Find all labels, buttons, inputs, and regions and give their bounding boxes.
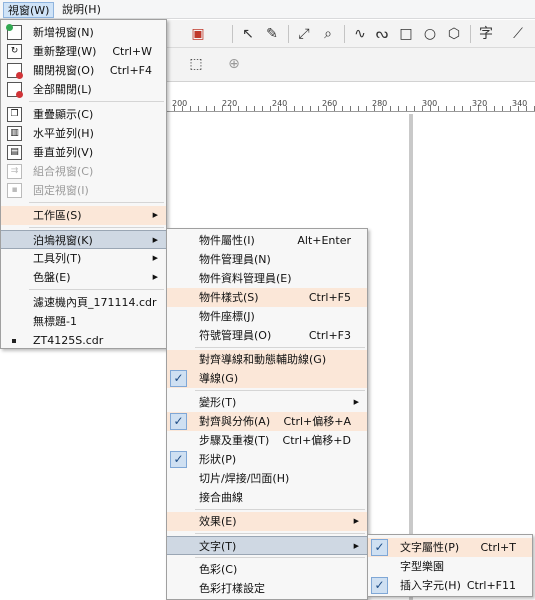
document-item-1[interactable]: 濾速機內頁_171114.cdr — [1, 293, 166, 312]
pick-tool-icon[interactable]: ↖ — [238, 24, 258, 44]
step-repeat-item[interactable]: 步驟及重複(T) Ctrl+偏移+D — [167, 431, 367, 450]
tile-horizontal-icon: ▥ — [7, 126, 22, 141]
font-playground-item[interactable]: 字型樂園 — [368, 557, 532, 576]
toolbars-item[interactable]: 工具列(T) ▶ — [1, 249, 166, 268]
tile-vertical-icon: ▤ — [7, 145, 22, 160]
refresh-icon: ↻ — [7, 44, 22, 59]
new-window-icon — [6, 24, 22, 40]
shape-tool-icon[interactable]: ✎ — [262, 24, 282, 44]
crop-tool-icon[interactable]: ⤢ — [294, 24, 314, 44]
combine-windows-item: ⇉ 組合視窗(C) — [1, 162, 166, 181]
close-all-item[interactable]: 全部關閉(L) — [1, 80, 166, 99]
color-proofing-item[interactable]: 色彩打樣設定 — [167, 579, 367, 598]
active-document-dot — [12, 339, 16, 343]
ruler-label: 340 — [512, 99, 528, 108]
text-item[interactable]: 文字(T) ▶ — [167, 536, 367, 555]
checkmark-icon: ✓ — [170, 370, 187, 387]
object-coordinates-item[interactable]: 物件座標(J) — [167, 307, 367, 326]
dockers-submenu: 物件屬性(I) Alt+Enter 物件管理員(N) 物件資料管理員(E) 物件樣… — [166, 228, 368, 600]
dimension-tool-icon[interactable]: ⟋ — [508, 24, 528, 44]
freehand-tool-icon[interactable]: ∿ — [350, 24, 370, 44]
insert-character-item[interactable]: ✓ 插入字元(H) Ctrl+F11 — [368, 576, 532, 595]
document-item-2[interactable]: 無標題-1 — [1, 312, 166, 331]
checkmark-icon: ✓ — [170, 451, 187, 468]
cascade-icon: ❐ — [7, 107, 22, 122]
combine-icon: ⇉ — [7, 164, 22, 179]
standard-toolbar: ▣ ↖ ✎ ⤢ ⌕ ∿ ᔓ □ ○ ⬡ 字 ⟋ — [160, 20, 535, 48]
new-window-item[interactable]: 新增視窗(N) — [1, 23, 166, 42]
artistic-media-icon[interactable]: ᔓ — [372, 24, 392, 44]
tile-horizontal-item[interactable]: ▥ 水平並列(H) — [1, 124, 166, 143]
ellipse-tool-icon[interactable]: ○ — [420, 24, 440, 44]
ruler-label: 200 — [172, 99, 188, 108]
cascade-item[interactable]: ❐ 重疊顯示(C) — [1, 105, 166, 124]
close-window-icon — [7, 63, 23, 79]
close-window-item[interactable]: 關閉視窗(O) Ctrl+F4 — [1, 61, 166, 80]
close-all-icon — [7, 82, 23, 98]
select-icon[interactable]: ⬚ — [186, 54, 206, 74]
object-properties-item[interactable]: 物件屬性(I) Alt+Enter — [167, 231, 367, 250]
checkmark-icon: ✓ — [371, 539, 388, 556]
workspace-item[interactable]: 工作區(S) ▶ — [1, 206, 166, 225]
menu-help[interactable]: 說明(H) — [58, 2, 105, 18]
alignment-guides-item[interactable]: 對齊導線和動態輔助線(G) — [167, 350, 367, 369]
page-border — [409, 114, 413, 600]
zoom-tool-icon[interactable]: ⌕ — [318, 24, 338, 44]
ruler-label: 260 — [322, 99, 338, 108]
dockers-item[interactable]: 泊塢視窗(K) ▶ — [1, 230, 166, 249]
ruler-label: 240 — [272, 99, 288, 108]
ruler-label: 220 — [222, 99, 238, 108]
property-bar: ⬚ ⊕ — [160, 48, 535, 82]
text-submenu: ✓ 文字屬性(P) Ctrl+T 字型樂園 ✓ 插入字元(H) Ctrl+F11 — [367, 534, 533, 597]
guidelines-item[interactable]: ✓ 導線(G) — [167, 369, 367, 388]
object-data-manager-item[interactable]: 物件資料管理員(E) — [167, 269, 367, 288]
ruler-label: 320 — [472, 99, 488, 108]
object-manager-item[interactable]: 物件管理員(N) — [167, 250, 367, 269]
transformations-item[interactable]: 變形(T) ▶ — [167, 393, 367, 412]
print-icon[interactable]: ▣ — [188, 24, 208, 44]
shaping-item[interactable]: ✓ 形狀(P) — [167, 450, 367, 469]
checkmark-icon: ✓ — [170, 413, 187, 430]
checkmark-icon: ✓ — [371, 577, 388, 594]
ruler-label: 280 — [372, 99, 388, 108]
object-styles-item[interactable]: 物件樣式(S) Ctrl+F5 — [167, 288, 367, 307]
join-curves-item[interactable]: 接合曲線 — [167, 488, 367, 507]
ruler-label: 300 — [422, 99, 438, 108]
polygon-tool-icon[interactable]: ⬡ — [444, 24, 464, 44]
tile-vertical-item[interactable]: ▤ 垂直並列(V) — [1, 143, 166, 162]
menu-window[interactable]: 視窗(W) — [3, 2, 55, 18]
text-tool-icon[interactable]: 字 — [476, 24, 496, 44]
rectangle-tool-icon[interactable]: □ — [396, 24, 416, 44]
horizontal-ruler: 200 220 240 260 280 300 320 340 — [166, 98, 535, 112]
effects-item[interactable]: 效果(E) ▶ — [167, 512, 367, 531]
symbol-manager-item[interactable]: 符號管理員(O) Ctrl+F3 — [167, 326, 367, 345]
align-distribute-item[interactable]: ✓ 對齊與分佈(A) Ctrl+偏移+A — [167, 412, 367, 431]
document-item-3[interactable]: ZT4125S.cdr — [1, 331, 166, 350]
add-icon[interactable]: ⊕ — [224, 54, 244, 74]
dock-window-item: ▪ 固定視窗(I) — [1, 181, 166, 200]
menu-bar: 視窗(W) 說明(H) — [0, 0, 535, 19]
window-menu: 新增視窗(N) ↻ 重新整理(W) Ctrl+W 關閉視窗(O) Ctrl+F4 全部… — [0, 19, 167, 349]
text-properties-item[interactable]: ✓ 文字屬性(P) Ctrl+T — [368, 538, 532, 557]
slice-weld-item[interactable]: 切片/焊接/凹面(H) — [167, 469, 367, 488]
color-item[interactable]: 色彩(C) — [167, 560, 367, 579]
refresh-window-item[interactable]: ↻ 重新整理(W) Ctrl+W — [1, 42, 166, 61]
palettes-item[interactable]: 色盤(E) ▶ — [1, 268, 166, 287]
dock-icon: ▪ — [7, 183, 22, 198]
